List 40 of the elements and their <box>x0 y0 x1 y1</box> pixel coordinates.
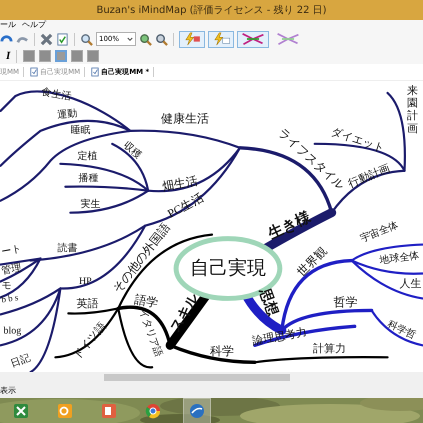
branch-label: 管理 <box>0 262 22 277</box>
branch-label: 日記 <box>9 352 32 370</box>
branch-label: 計算力 <box>313 342 346 355</box>
branch-label: HP <box>78 276 92 287</box>
branch-label: 科学 <box>210 344 234 358</box>
branch-label: 来園計画 <box>406 84 418 135</box>
branch-label: ダイエット <box>330 126 386 154</box>
branch-label: イタリア語 <box>136 308 164 358</box>
branch-label: 播種 <box>78 172 98 184</box>
branch-label: 英語 <box>76 298 98 310</box>
branch-label: 生き様 <box>266 209 314 243</box>
branch-label: 人生 <box>400 278 422 290</box>
branch-label: ドイツ語 <box>71 320 109 362</box>
branch-label: 健康生活 <box>161 111 210 126</box>
branch-label: 語学 <box>133 292 160 310</box>
branch-label: 世界観 <box>294 244 330 280</box>
branch-label: 食生活 <box>40 86 72 103</box>
branch-label: 論理思考力 <box>252 326 308 348</box>
branch-label: 読書 <box>57 242 78 254</box>
window-title: Buzan's iMindMap (評価ライセンス - 残り 22 日) <box>96 4 327 17</box>
central-topic: 自己実現 <box>190 258 266 279</box>
branch-label: 科学哲 <box>386 318 418 342</box>
italic-button[interactable]: I <box>6 50 10 62</box>
branch-label: 定植 <box>77 150 98 162</box>
branch-label: 運動 <box>56 108 78 121</box>
branch-label: 睡眠 <box>70 124 90 136</box>
branch-label: b b s <box>0 292 19 304</box>
branch-label: 実生 <box>80 198 100 210</box>
branch-label: 収穫 <box>121 140 144 162</box>
menu-item[interactable]: ヘルプ <box>22 20 46 30</box>
branch-label: 宇宙全体 <box>358 220 400 245</box>
branch-label: 地球全体 <box>378 250 420 266</box>
menu-item[interactable]: ール <box>0 20 16 30</box>
branch-label: ート <box>0 243 22 258</box>
status-text: 表示 <box>0 384 16 396</box>
branch-label: 行動計画 <box>346 162 392 190</box>
branch-label: モ <box>2 280 12 292</box>
branch-label: 思想 <box>256 286 280 318</box>
branch-label: blog <box>4 325 22 336</box>
branch-label: 哲学 <box>334 295 358 309</box>
